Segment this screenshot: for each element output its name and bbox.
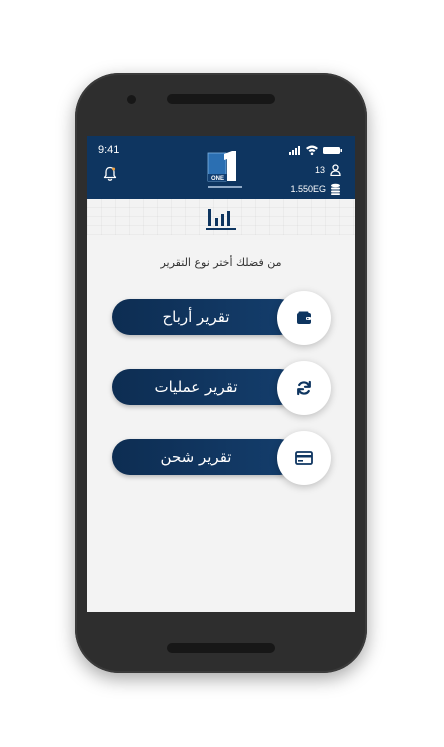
- operations-report-button[interactable]: تقرير عمليات: [112, 361, 331, 415]
- operations-report-label: تقرير عمليات: [154, 378, 238, 396]
- profit-report-label: تقرير أرباح: [162, 308, 230, 326]
- balance-value: 1.550EG: [290, 184, 326, 194]
- app-header: 9:41 ONE 13 1.550EG: [87, 136, 355, 199]
- profit-report-icon-circle[interactable]: [277, 291, 331, 345]
- charging-report-icon-circle[interactable]: [277, 431, 331, 485]
- one-logo: ONE: [207, 151, 242, 188]
- phone-bottom-bar: [167, 643, 275, 653]
- button-pill[interactable]: تقرير عمليات: [112, 369, 298, 405]
- wallet-icon: [297, 311, 311, 324]
- app-screen: 9:41 ONE 13 1.550EG من فضلك أختر نوع الت…: [87, 136, 355, 612]
- svg-text:ONE: ONE: [211, 176, 224, 182]
- button-pill[interactable]: تقرير أرباح: [112, 299, 298, 335]
- status-indicators-icon: [289, 145, 342, 156]
- bar-chart-icon: [206, 209, 236, 230]
- coins-icon: [331, 183, 340, 195]
- report-type-prompt: من فضلك أختر نوع التقرير: [160, 256, 282, 269]
- notification-count: 13: [314, 165, 325, 175]
- operations-report-icon-circle[interactable]: [277, 361, 331, 415]
- button-pill[interactable]: تقرير شحن: [112, 439, 298, 475]
- status-time: 9:41: [98, 144, 120, 156]
- charging-report-label: تقرير شحن: [160, 448, 232, 466]
- bell-icon[interactable]: [103, 166, 117, 182]
- charging-report-button[interactable]: تقرير شحن: [112, 431, 331, 485]
- phone-speaker: [167, 94, 275, 104]
- user-icon: [330, 164, 341, 176]
- profit-report-button[interactable]: تقرير أرباح: [112, 291, 331, 345]
- credit-card-icon: [295, 451, 313, 465]
- notification-count-row[interactable]: 13: [315, 164, 341, 176]
- front-camera: [127, 95, 136, 104]
- refresh-icon: [297, 380, 311, 396]
- balance-row[interactable]: 1.550EG: [290, 183, 341, 195]
